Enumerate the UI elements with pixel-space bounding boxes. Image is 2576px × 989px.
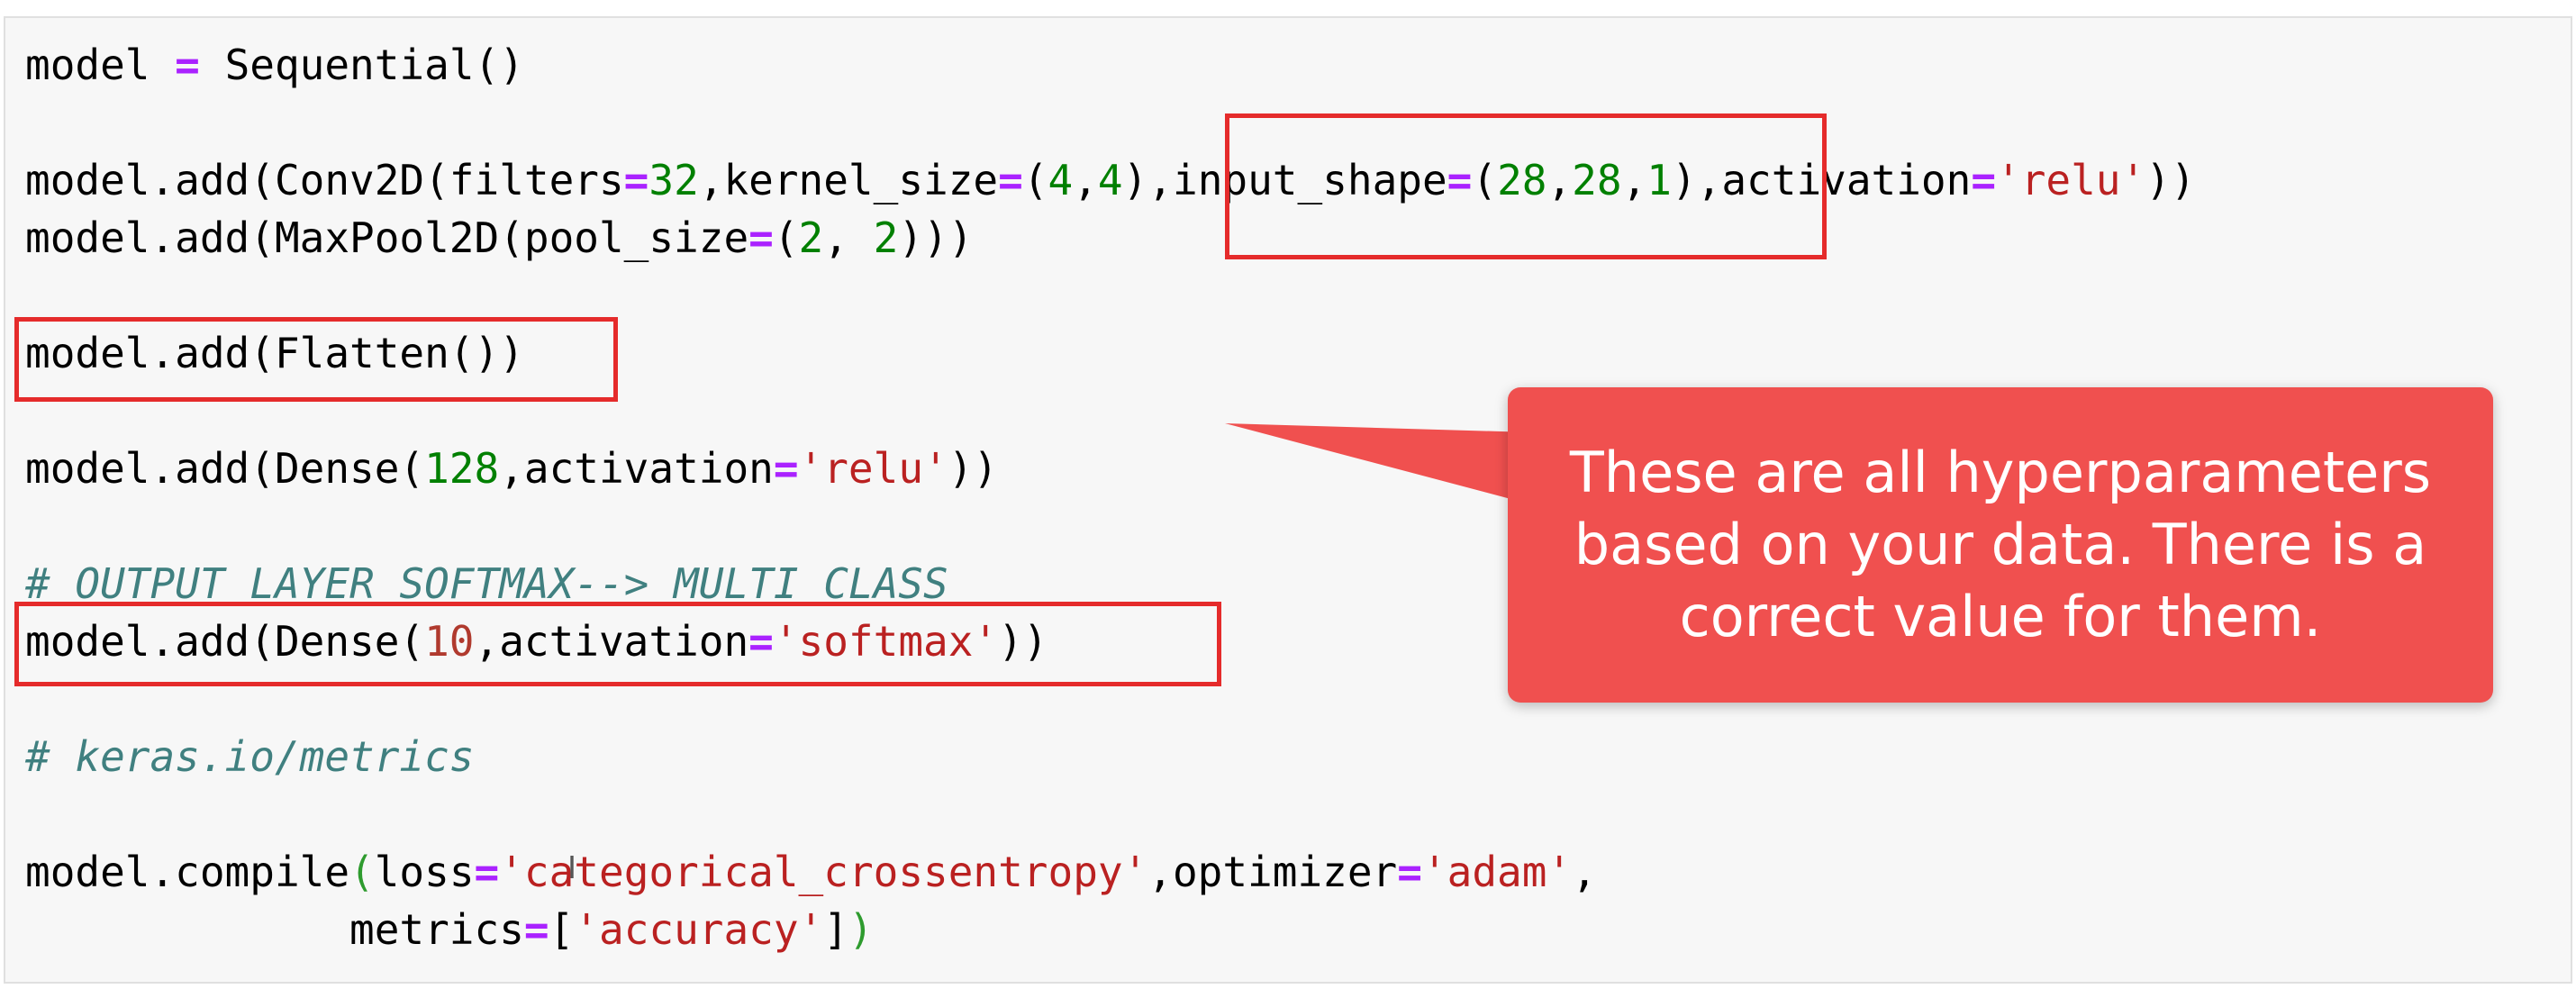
operator: = <box>773 444 799 493</box>
code-line-conv2d: model.add(Conv2D(filters=32,kernel_size=… <box>25 151 2196 209</box>
code-text: ( <box>1022 156 1048 204</box>
highlight-box-input-shape <box>1225 113 1827 259</box>
operator: = <box>623 156 649 204</box>
code-line-comment-metrics: # keras.io/metrics <box>25 728 2196 785</box>
code-line-compile-metrics: metrics=['accuracy']) <box>25 901 2196 958</box>
operator: = <box>748 213 774 262</box>
code-text: ,optimizer <box>1147 848 1398 896</box>
code-text: , <box>823 213 874 262</box>
string-literal: 'accuracy' <box>574 905 824 954</box>
operator: = <box>1397 848 1422 896</box>
code-line-1: model = Sequential() <box>25 36 2196 94</box>
code-line-compile: model.compile(loss='categorical_crossent… <box>25 843 2196 901</box>
code-text: loss <box>374 848 475 896</box>
callout-pointer-shape <box>1225 423 1531 504</box>
code-text: ,kernel_size <box>698 156 999 204</box>
code-text: model.add(MaxPool2D(pool_size <box>25 213 749 262</box>
text-cursor-icon: Ⅰ <box>567 850 577 886</box>
code-text: , <box>1572 848 1597 896</box>
code-text: )) <box>948 444 999 493</box>
operator: = <box>474 848 500 896</box>
callout-line: These are all hyperparameters <box>1569 440 2432 505</box>
code-text: ))) <box>898 213 974 262</box>
callout-box: These are all hyperparameters based on y… <box>1508 387 2493 703</box>
number-literal: 2 <box>873 213 899 262</box>
callout-pointer <box>1225 423 1531 504</box>
code-text: ,activation <box>499 444 774 493</box>
code-text: model.add(Dense( <box>25 444 425 493</box>
code-text: ) <box>1122 156 1148 204</box>
callout-line: correct value for them. <box>1679 584 2322 649</box>
string-literal: 'categorical_crossentropy' <box>499 848 1148 896</box>
number-literal: 2 <box>798 213 824 262</box>
number-literal: 4 <box>1048 156 1074 204</box>
code-comment: # OUTPUT LAYER SOFTMAX--> MULTI CLASS <box>25 559 948 608</box>
code-text: ( <box>773 213 799 262</box>
string-literal: 'adam' <box>1421 848 1573 896</box>
code-text: )) <box>2145 156 2196 204</box>
code-text: , <box>1073 156 1098 204</box>
code-paren: ) <box>848 905 874 954</box>
code-text: model.add(Conv2D(filters <box>25 156 624 204</box>
callout-text: These are all hyperparameters based on y… <box>1535 437 2466 653</box>
operator: = <box>523 905 549 954</box>
number-literal: 4 <box>1097 156 1123 204</box>
highlight-box-output-layer <box>14 602 1221 686</box>
code-text: ] <box>823 905 848 954</box>
code-text: [ <box>549 905 575 954</box>
code-paren: ( <box>349 848 375 896</box>
operator: = <box>998 156 1023 204</box>
code-text: model <box>25 41 176 89</box>
highlight-box-flatten <box>14 317 618 402</box>
code-text: model.compile <box>25 848 350 896</box>
string-literal: 'relu' <box>1996 156 2146 204</box>
string-literal: 'relu' <box>798 444 948 493</box>
callout-line: based on your data. There is a <box>1574 512 2427 577</box>
code-line-maxpool: model.add(MaxPool2D(pool_size=(2, 2))) <box>25 209 2196 267</box>
operator: = <box>175 41 200 89</box>
number-literal: 32 <box>649 156 699 204</box>
code-text: Sequential() <box>199 41 524 89</box>
operator: = <box>1971 156 1997 204</box>
code-comment: # keras.io/metrics <box>25 732 475 781</box>
code-text: metrics <box>349 905 524 954</box>
number-literal: 128 <box>424 444 500 493</box>
